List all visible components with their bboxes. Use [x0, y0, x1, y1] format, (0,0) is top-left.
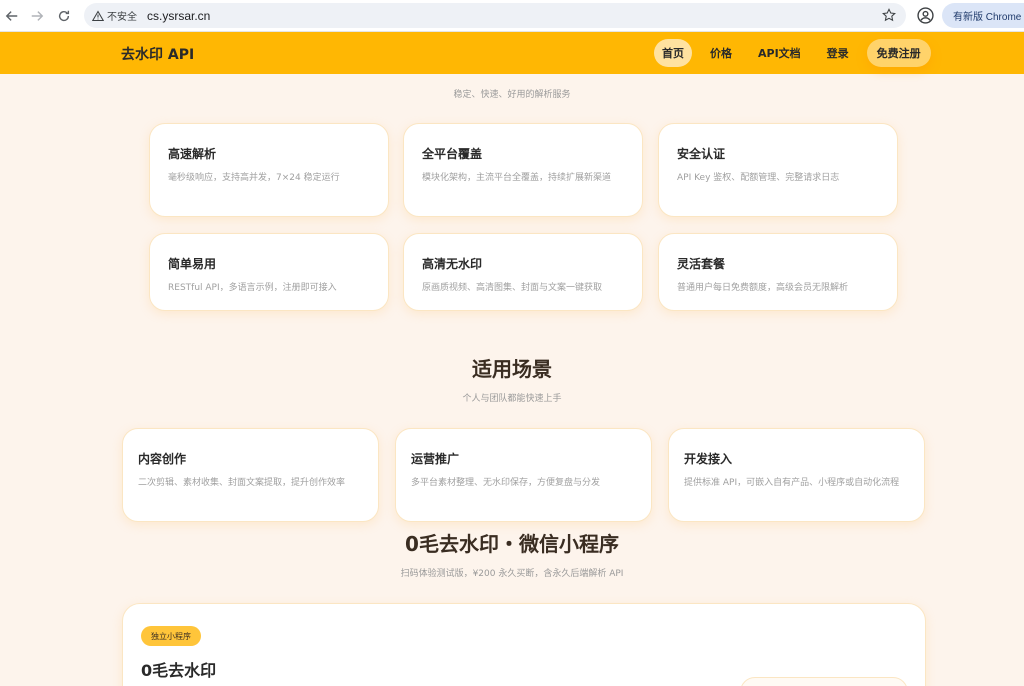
scenario-card: 运营推广 多平台素材整理、无水印保存，方便复盘与分发: [395, 428, 652, 522]
back-icon[interactable]: [0, 4, 24, 28]
miniprogram-badge: 独立小程序: [141, 626, 201, 646]
main-nav: 首页 价格 API文档 登录 免费注册: [652, 39, 931, 67]
browser-toolbar: 不安全 cs.ysrsar.cn 有新版 Chrome 可: [0, 0, 1024, 32]
feature-title: 简单易用: [168, 257, 217, 271]
nav-home[interactable]: 首页: [654, 39, 692, 67]
site-logo[interactable]: 去水印 API: [121, 44, 194, 64]
feature-desc: 普通用户每日免费额度，高级会员无限解析: [677, 283, 849, 293]
feature-title: 灵活套餐: [677, 257, 726, 271]
miniprogram-title: 0毛去水印・微信小程序: [405, 532, 619, 556]
nav-login[interactable]: 登录: [819, 39, 857, 67]
feature-card: 全平台覆盖 模块化架构，主流平台全覆盖，持续扩展新渠道: [403, 123, 643, 217]
security-label: 不安全: [107, 12, 137, 23]
feature-card: 高速解析 毫秒级响应，支持高并发，7×24 稳定运行: [149, 123, 389, 217]
scenario-card: 内容创作 二次剪辑、素材收集、封面文案提取，提升创作效率: [122, 428, 379, 522]
feature-card: 安全认证 API Key 鉴权、配额管理、完整请求日志: [658, 123, 898, 217]
profile-icon[interactable]: [917, 7, 934, 24]
miniprogram-subtitle: 扫码体验测试版，¥200 永久买断，含永久后端解析 API: [400, 569, 624, 579]
feature-title: 高速解析: [168, 147, 217, 161]
feature-desc: API Key 鉴权、配额管理、完整请求日志: [677, 173, 840, 183]
forward-icon[interactable]: [25, 4, 49, 28]
features-subtitle: 稳定、快速、好用的解析服务: [453, 90, 571, 100]
feature-title: 高清无水印: [422, 257, 483, 271]
feature-desc: 模块化架构，主流平台全覆盖，持续扩展新渠道: [422, 173, 612, 183]
nav-pricing[interactable]: 价格: [702, 39, 740, 67]
scenarios-title: 适用场景: [472, 357, 552, 381]
feature-title: 安全认证: [677, 147, 726, 161]
scenarios-subtitle: 个人与团队都能快速上手: [462, 394, 562, 404]
reload-icon[interactable]: [52, 4, 76, 28]
bookmark-star-icon[interactable]: [882, 8, 896, 22]
feature-desc: 原画质视频、高清图集、封面与文案一键获取: [422, 283, 603, 293]
security-indicator[interactable]: 不安全: [92, 8, 137, 23]
warning-icon: [92, 9, 104, 21]
feature-card: 高清无水印 原画质视频、高清图集、封面与文案一键获取: [403, 233, 643, 311]
scenario-card: 开发接入 提供标准 API，可嵌入自有产品、小程序或自动化流程: [668, 428, 925, 522]
register-button[interactable]: 免费注册: [866, 39, 931, 67]
feature-card: 灵活套餐 普通用户每日免费额度，高级会员无限解析: [658, 233, 898, 311]
scenario-desc: 提供标准 API，可嵌入自有产品、小程序或自动化流程: [684, 478, 900, 488]
address-bar[interactable]: 不安全 cs.ysrsar.cn: [84, 3, 906, 28]
scenario-title: 内容创作: [138, 452, 187, 466]
chrome-update-button[interactable]: 有新版 Chrome 可: [942, 3, 1024, 28]
feature-card: 简单易用 RESTful API，多语言示例，注册即可接入: [149, 233, 389, 311]
scenario-desc: 多平台素材整理、无水印保存，方便复盘与分发: [411, 478, 601, 488]
nav-api-docs[interactable]: API文档: [750, 39, 809, 67]
scenario-desc: 二次剪辑、素材收集、封面文案提取，提升创作效率: [138, 478, 346, 488]
url-text[interactable]: cs.ysrsar.cn: [147, 9, 210, 23]
feature-title: 全平台覆盖: [422, 147, 483, 161]
scenario-title: 运营推广: [411, 452, 460, 466]
site-header: 去水印 API 首页 价格 API文档 登录 免费注册: [0, 32, 1024, 74]
feature-desc: 毫秒级响应，支持高并发，7×24 稳定运行: [168, 173, 340, 183]
qr-code-frame: [740, 677, 908, 686]
scenario-title: 开发接入: [684, 452, 733, 466]
miniprogram-card-title: 0毛去水印: [141, 661, 217, 680]
miniprogram-card: 独立小程序 0毛去水印: [122, 603, 926, 686]
feature-desc: RESTful API，多语言示例，注册即可接入: [168, 283, 337, 293]
